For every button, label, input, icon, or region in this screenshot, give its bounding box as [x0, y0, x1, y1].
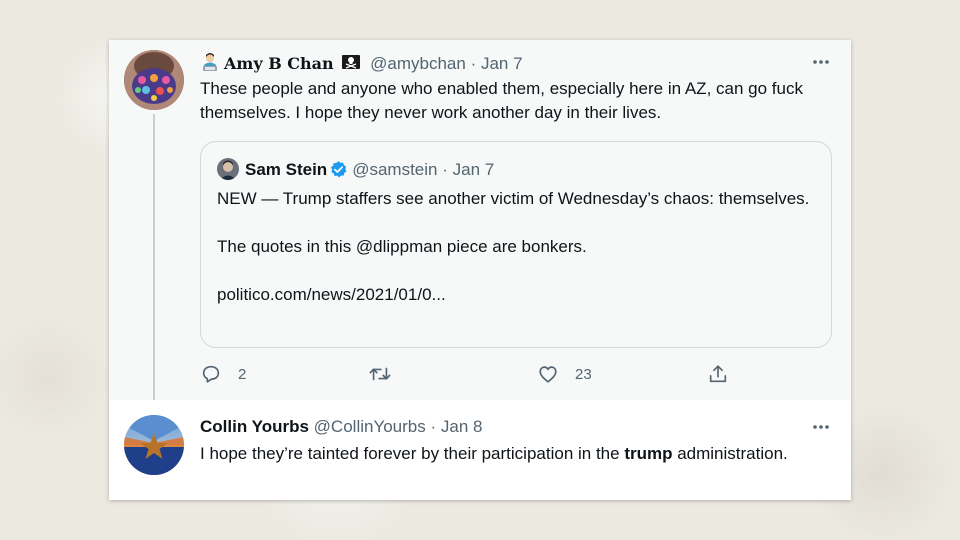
- like-count: 23: [575, 365, 592, 383]
- share-icon: [707, 363, 729, 385]
- reply-button[interactable]: 2: [200, 362, 246, 386]
- tweet-text-part: administration.: [672, 444, 788, 463]
- author-handle[interactable]: @CollinYourbs: [314, 417, 426, 436]
- reply-count: 2: [238, 365, 247, 383]
- quoted-tweet-text: NEW — Trump staffers see another victim …: [217, 187, 817, 307]
- separator: ·: [465, 54, 481, 73]
- tweet-text: I hope they’re tainted forever by their …: [200, 442, 835, 466]
- verified-badge-icon: [329, 160, 348, 184]
- avatar[interactable]: [124, 50, 184, 110]
- quoted-tweet-header: Sam Stein @samstein · Jan 7: [217, 158, 494, 184]
- separator: ·: [425, 417, 441, 436]
- quoted-link[interactable]: politico.com/news/2021/01/0...: [217, 283, 817, 307]
- quoted-text-line: NEW — Trump staffers see another victim …: [217, 189, 810, 208]
- tweet-text: These people and anyone who enabled them…: [200, 79, 803, 122]
- more-options-icon[interactable]: [811, 52, 831, 72]
- tweet-text-bold: trump: [624, 444, 673, 463]
- author-name[interactable]: Collin Yourbs: [200, 417, 309, 436]
- avatar: [217, 158, 239, 180]
- retweet-icon: [368, 363, 392, 385]
- avatar[interactable]: [124, 415, 184, 475]
- tweet-thread-card: Amy B Chan @amybchan · Jan 7 These peopl…: [109, 40, 851, 500]
- reply-icon: [200, 363, 222, 385]
- share-button[interactable]: [707, 362, 729, 386]
- tweet-actions: 2 23: [200, 362, 760, 386]
- pirate-flag-emoji: [341, 52, 361, 77]
- quoted-author-name[interactable]: Sam Stein: [245, 160, 327, 179]
- quoted-tweet[interactable]: Sam Stein @samstein · Jan 7 NEW — Trump …: [200, 141, 832, 348]
- tweet[interactable]: Collin Yourbs @CollinYourbs · Jan 8 I ho…: [109, 400, 851, 500]
- quoted-text-line: The quotes in this @dlippman piece are b…: [217, 237, 587, 256]
- tweet-header: Amy B Chan @amybchan · Jan 7: [200, 52, 523, 77]
- heart-icon: [537, 363, 559, 385]
- retweet-button[interactable]: [368, 362, 408, 386]
- thread-line: [153, 114, 155, 400]
- tweet-date[interactable]: Jan 7: [481, 54, 523, 73]
- woman-technologist-emoji: [200, 52, 220, 77]
- tweet[interactable]: Amy B Chan @amybchan · Jan 7 These peopl…: [109, 40, 851, 400]
- more-options-icon[interactable]: [811, 417, 831, 437]
- separator: ·: [437, 160, 453, 179]
- tweet-text-part: I hope they’re tainted forever by their …: [200, 444, 625, 463]
- tweet-date[interactable]: Jan 8: [441, 417, 483, 436]
- author-handle[interactable]: @amybchan: [370, 54, 466, 73]
- tweet-header: Collin Yourbs @CollinYourbs · Jan 8: [200, 417, 482, 437]
- quoted-tweet-date[interactable]: Jan 7: [453, 160, 495, 179]
- author-name[interactable]: Amy B Chan: [224, 54, 334, 73]
- like-button[interactable]: 23: [537, 362, 592, 386]
- quoted-author-handle[interactable]: @samstein: [352, 160, 437, 179]
